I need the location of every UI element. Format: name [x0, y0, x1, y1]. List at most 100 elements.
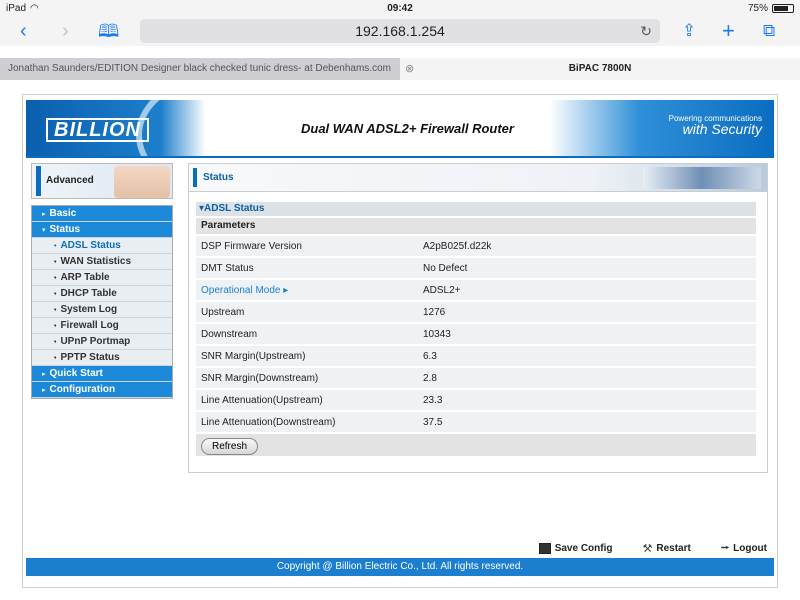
sidebar-item-label: PPTP Status [60, 352, 120, 363]
copyright-bar: Copyright @ Billion Electric Co., Ltd. A… [26, 558, 774, 576]
ios-status-bar: iPad ◠ 09:42 75% [0, 0, 800, 16]
tab-title: BiPAC 7800N [568, 63, 632, 74]
param-name: SNR Margin(Upstream) [196, 346, 418, 366]
operational-mode-link[interactable]: Operational Mode ▸ [196, 280, 418, 300]
sidebar-item-pptp-status[interactable]: • PPTP Status [32, 350, 172, 366]
param-value: 23.3 [418, 390, 756, 410]
close-tab-icon[interactable]: ⊗ [405, 58, 414, 80]
person-photo [114, 166, 170, 198]
office-photo [643, 167, 761, 189]
main-panel: Status ▾ADSL Status Parameters DSP Firmw… [188, 163, 768, 473]
floppy-icon [538, 543, 551, 554]
param-name-text: Line Attenuation(Upstream) [201, 394, 323, 406]
table-row: Operational Mode ▸ ADSL2+ [196, 280, 756, 300]
bullet-icon: • [54, 275, 57, 282]
param-name-text: Downstream [201, 328, 258, 340]
sidebar-item-dhcp-table[interactable]: • DHCP Table [32, 286, 172, 302]
restart-button[interactable]: ⚒ Restart [642, 539, 690, 558]
sidebar-item-label: DHCP Table [60, 288, 117, 299]
param-value: A2pB025f.d22k [418, 236, 756, 256]
param-value: No Defect [418, 258, 756, 278]
bookmarks-icon[interactable]: 🕮 [98, 20, 119, 42]
sidebar-item-upnp-portmap[interactable]: • UPnP Portmap [32, 334, 172, 350]
param-value: 1276 [418, 302, 756, 322]
bullet-icon: • [54, 259, 57, 266]
sidebar-item-label: Quick Start [49, 368, 103, 379]
tab-debenhams[interactable]: Jonathan Saunders/EDITION Designer black… [0, 58, 414, 80]
banner-title: Dual WAN ADSL2+ Firewall Router [301, 121, 514, 136]
save-config-button[interactable]: Save Config [538, 539, 613, 558]
tabs-icon[interactable]: ⧉ [763, 20, 775, 42]
param-value: 2.8 [418, 368, 756, 388]
param-value: 6.3 [418, 346, 756, 366]
status-header: Status [189, 164, 767, 192]
table-row: Downstream 10343 [196, 324, 756, 344]
logout-button[interactable]: ⭬ Logout [721, 539, 767, 558]
table-row: SNR Margin(Downstream) 2.8 [196, 368, 756, 388]
param-name-text: Upstream [201, 306, 245, 318]
sidebar-item-configuration[interactable]: ▸ Configuration [32, 382, 172, 398]
param-name-text: Operational Mode [201, 284, 281, 296]
sidebar-item-system-log[interactable]: • System Log [32, 302, 172, 318]
bullet-icon: • [54, 323, 57, 330]
wrench-icon: ⚒ [642, 543, 653, 555]
sidebar-item-status[interactable]: ▾ Status [32, 222, 172, 238]
param-name-text: SNR Margin(Upstream) [201, 350, 306, 362]
param-name: Line Attenuation(Upstream) [196, 390, 418, 410]
bullet-icon: • [54, 243, 57, 250]
table-row: Upstream 1276 [196, 302, 756, 322]
back-icon[interactable]: ‹ [20, 20, 27, 42]
save-config-label: Save Config [554, 543, 613, 554]
bullet-icon: • [54, 291, 57, 298]
battery-icon [772, 3, 794, 13]
sidebar-item-label: Basic [49, 208, 77, 219]
billion-logo: BILLION [46, 118, 149, 142]
param-name: Downstream [196, 324, 418, 344]
arrow-right-icon: ▸ [280, 284, 289, 296]
param-name: Upstream [196, 302, 418, 322]
sidebar-item-quick-start[interactable]: ▸ Quick Start [32, 366, 172, 382]
section-title-text: ADSL Status [204, 203, 265, 214]
sidebar-item-firewall-log[interactable]: • Firewall Log [32, 318, 172, 334]
sidebar-item-label: Status [49, 224, 81, 235]
sidebar-item-arp-table[interactable]: • ARP Table [32, 270, 172, 286]
reload-icon[interactable]: ↻ [640, 19, 652, 43]
table-row: DMT Status No Defect [196, 258, 756, 278]
footer-actions: Save Config ⚒ Restart ⭬ Logout [538, 539, 767, 558]
params-header: Parameters [196, 218, 756, 234]
tab-bipac[interactable]: BiPAC 7800N [400, 58, 800, 80]
page-title: Status [203, 172, 234, 183]
new-tab-icon[interactable]: + [722, 20, 735, 42]
tab-bar: Jonathan Saunders/EDITION Designer black… [0, 58, 800, 80]
refresh-row: Refresh [196, 434, 756, 456]
bullet-icon: • [54, 355, 57, 362]
table-row: SNR Margin(Upstream) 6.3 [196, 346, 756, 366]
advanced-label: Advanced [46, 175, 94, 186]
refresh-button[interactable]: Refresh [201, 438, 259, 455]
forward-icon[interactable]: › [62, 20, 69, 42]
caret-right-icon: ▸ [42, 211, 46, 218]
sidebar-item-label: ADSL Status [60, 240, 121, 251]
share-icon[interactable]: ⇪ [682, 20, 696, 42]
url-text: 192.168.1.254 [355, 23, 445, 39]
param-name: Line Attenuation(Downstream) [196, 412, 418, 432]
sidebar-item-label: UPnP Portmap [60, 336, 131, 347]
router-page: BILLION Dual WAN ADSL2+ Firewall Router … [22, 94, 778, 588]
param-value: 37.5 [418, 412, 756, 432]
bullet-icon: • [54, 339, 57, 346]
param-name: DSP Firmware Version [196, 236, 418, 256]
table-row: Line Attenuation(Upstream) 23.3 [196, 390, 756, 410]
param-value: 10343 [418, 324, 756, 344]
param-name-text: Line Attenuation(Downstream) [201, 416, 336, 428]
param-name: DMT Status [196, 258, 418, 278]
header-banner: BILLION Dual WAN ADSL2+ Firewall Router … [26, 100, 774, 158]
section-title[interactable]: ▾ADSL Status [196, 202, 756, 216]
sidebar-item-basic[interactable]: ▸ Basic [32, 206, 172, 222]
sidebar-item-wan-statistics[interactable]: • WAN Statistics [32, 254, 172, 270]
address-bar[interactable]: 192.168.1.254 ↻ [140, 19, 660, 43]
advanced-header: Advanced [31, 163, 173, 199]
adsl-status-section: ▾ADSL Status Parameters DSP Firmware Ver… [196, 202, 756, 456]
sidebar-item-adsl-status[interactable]: • ADSL Status [32, 238, 172, 254]
param-name-text: SNR Margin(Downstream) [201, 372, 319, 384]
tab-title: Jonathan Saunders/EDITION Designer black… [8, 63, 391, 74]
